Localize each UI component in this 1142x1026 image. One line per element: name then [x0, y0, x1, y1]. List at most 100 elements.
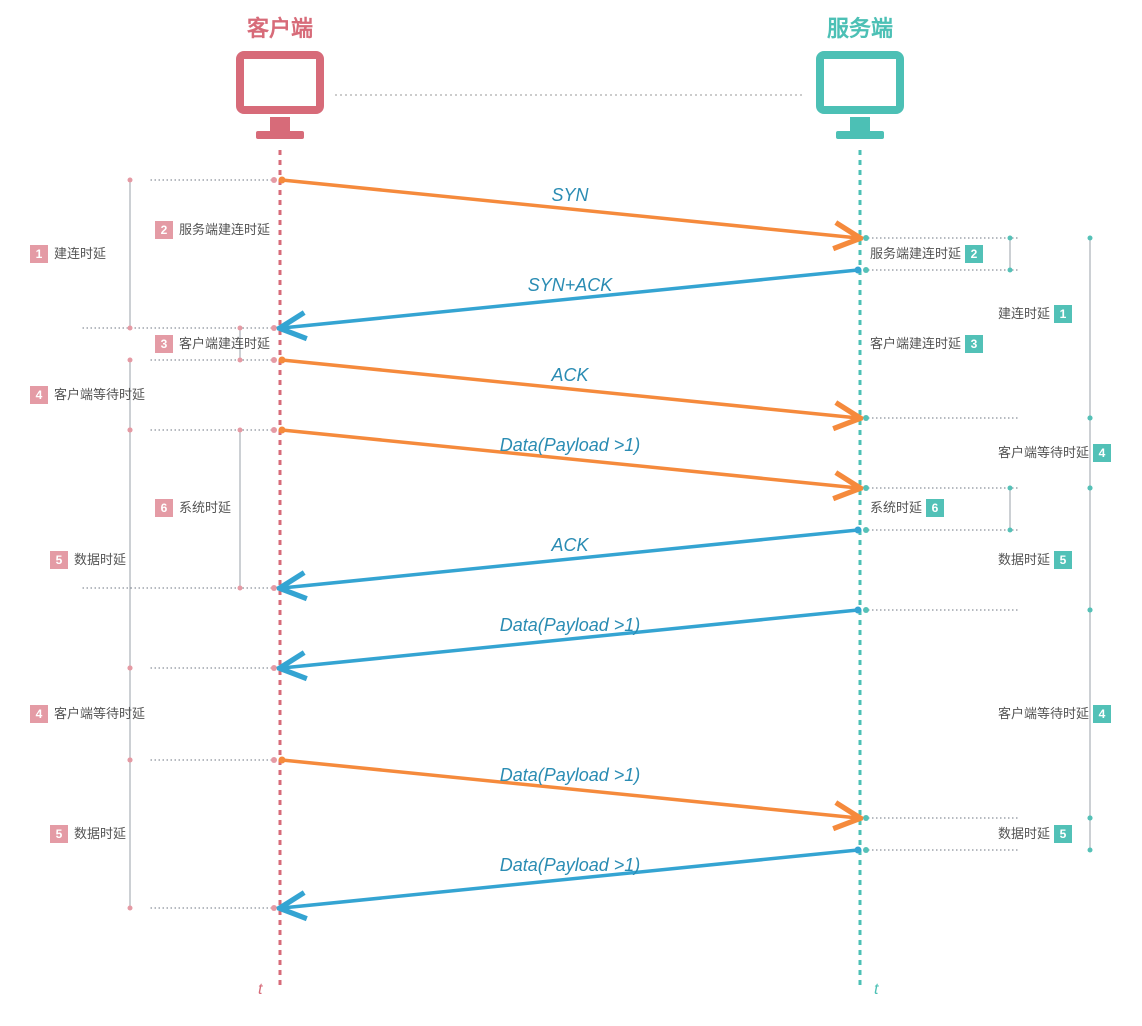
tick-dot	[271, 325, 277, 331]
tick-dot	[271, 665, 277, 671]
tick-dot	[863, 607, 869, 613]
tick-dot	[863, 847, 869, 853]
tick-dot	[863, 527, 869, 533]
server-latency-label: 客户端等待时延4	[998, 705, 1111, 723]
message-start-dot	[279, 427, 286, 434]
bracket-dot	[1088, 608, 1093, 613]
server-latency-label: 服务端建连时延 2	[870, 245, 983, 263]
latency-text: 服务端建连时延	[870, 246, 961, 261]
badge-number: 5	[56, 827, 63, 841]
message-label: ACK	[550, 365, 589, 385]
server-t-label: t	[874, 981, 879, 998]
latency-text: 客户端建连时延	[870, 336, 961, 351]
server-latency-label: 客户端建连时延 3	[870, 335, 983, 353]
message-start-dot	[279, 357, 286, 364]
badge-number: 2	[971, 247, 978, 261]
client-monitor-icon	[240, 55, 320, 139]
bracket-dot	[238, 358, 243, 363]
client-latency-label: 2 服务端建连时延	[155, 221, 270, 239]
message-label: SYN+ACK	[528, 275, 614, 295]
tick-dot	[863, 415, 869, 421]
latency-text: 客户端等待时延	[998, 706, 1089, 721]
badge-number: 6	[932, 501, 939, 515]
badge-number: 4	[1099, 446, 1106, 460]
tick-dot	[271, 585, 277, 591]
bracket-dot	[1088, 236, 1093, 241]
message-label: SYN	[551, 185, 589, 205]
client-latency-label: 4客户端等待时延	[30, 386, 145, 404]
message-start-dot	[855, 847, 862, 854]
message-start-dot	[279, 177, 286, 184]
badge-number: 5	[1060, 553, 1067, 567]
bracket-dot	[1088, 816, 1093, 821]
latency-text: 建连时延	[54, 246, 106, 261]
server-latency-label: 客户端等待时延 4	[998, 444, 1111, 462]
tick-dot	[271, 757, 277, 763]
client-latency-label: 3客户端建连时延	[155, 335, 270, 353]
message-label: ACK	[550, 535, 589, 555]
badge-number: 3	[971, 337, 978, 351]
badge-number: 4	[36, 388, 43, 402]
badge-number: 1	[1060, 307, 1067, 321]
server-monitor-icon	[820, 55, 900, 139]
message-label: Data(Payload >1)	[500, 765, 641, 785]
latency-text: 客户端等待时延	[54, 706, 145, 721]
badge-number: 5	[1060, 827, 1067, 841]
message-label: Data(Payload >1)	[500, 435, 641, 455]
message-start-dot	[855, 607, 862, 614]
server-header: 服务端	[827, 16, 893, 41]
bracket-dot	[128, 428, 133, 433]
server-latency-label: 系统时延 6	[870, 499, 944, 517]
bracket-dot	[1008, 528, 1013, 533]
latency-text: 建连时延	[998, 306, 1050, 321]
latency-text: 数据时延	[74, 552, 126, 567]
badge-number: 1	[36, 247, 43, 261]
message-label: Data(Payload >1)	[500, 615, 641, 635]
bracket-dot	[128, 758, 133, 763]
message-start-dot	[279, 757, 286, 764]
message-label: Data(Payload >1)	[500, 855, 641, 875]
badge-number: 6	[161, 501, 168, 515]
bracket-dot	[128, 358, 133, 363]
bracket-dot	[1088, 486, 1093, 491]
server-latency-label: 数据时延 5	[998, 551, 1072, 569]
latency-text: 数据时延	[998, 826, 1050, 841]
bracket-dot	[1008, 268, 1013, 273]
tcp-latency-diagram: 客户端 服务端 t t SYN SYN+ACK ACK Data(Payload >1) ACK…	[0, 0, 1142, 1026]
client-latency-label: 5 数据时延	[50, 825, 126, 843]
bracket-dot	[1008, 236, 1013, 241]
tick-dot	[271, 177, 277, 183]
bracket-dot	[128, 906, 133, 911]
client-latency-label: 1 建连时延	[30, 245, 106, 263]
latency-text: 数据时延	[998, 552, 1050, 567]
server-latency-label: 建连时延 1	[998, 305, 1072, 323]
client-latency-label: 4 客户端等待时延	[30, 705, 145, 723]
bracket-dot	[1088, 416, 1093, 421]
bracket-dot	[1088, 848, 1093, 853]
bracket-dot	[128, 178, 133, 183]
message-start-dot	[855, 527, 862, 534]
client-latency-label: 5数据时延	[50, 551, 126, 569]
tick-dot	[863, 815, 869, 821]
latency-text: 客户端等待时延	[998, 445, 1089, 460]
latency-text: 数据时延	[74, 826, 126, 841]
client-t-label: t	[258, 981, 263, 998]
client-header: 客户端	[247, 16, 313, 41]
client-latency-label: 6 系统时延	[155, 499, 231, 517]
latency-text: 服务端建连时延	[179, 222, 270, 237]
tick-dot	[863, 267, 869, 273]
latency-text: 客户端建连时延	[179, 336, 270, 351]
tick-dot	[863, 235, 869, 241]
tick-dot	[863, 485, 869, 491]
badge-number: 2	[161, 223, 168, 237]
bracket-dot	[128, 666, 133, 671]
badge-number: 4	[36, 707, 43, 721]
tick-dot	[271, 357, 277, 363]
server-latency-label: 数据时延 5	[998, 825, 1072, 843]
latency-text: 系统时延	[179, 500, 231, 515]
bracket-dot	[1008, 486, 1013, 491]
latency-text: 系统时延	[870, 500, 922, 515]
bracket-dot	[128, 326, 133, 331]
bracket-dot	[238, 326, 243, 331]
tick-dot	[271, 905, 277, 911]
